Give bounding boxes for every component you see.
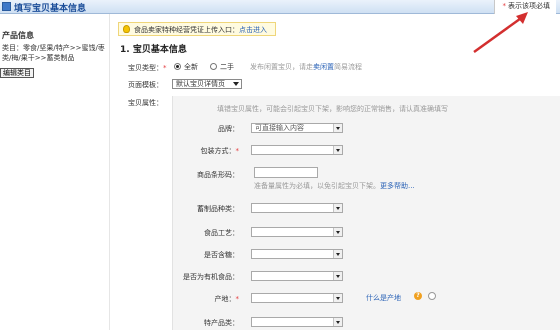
- page-root: 填写宝贝基本信息 * 表示该项必填 产品信息 类目：零食/坚果/特产>>蜜饯/枣类…: [0, 0, 560, 330]
- notice-label: 食品卖家特种经营凭证上传入口：: [134, 26, 239, 34]
- organic-select[interactable]: [251, 271, 343, 281]
- brand-label: 品牌：: [218, 125, 239, 133]
- preserved-type-label: 蓄制品种类：: [197, 205, 239, 213]
- organic-label: 是否为有机食品：: [183, 273, 239, 281]
- preserved-type-select[interactable]: [251, 203, 343, 213]
- item-type-hint-prefix: 发布闲置宝贝，请走: [250, 63, 313, 71]
- product-info-title: 产品信息: [2, 31, 34, 40]
- chevron-down-icon[interactable]: [333, 146, 342, 154]
- item-type-hint: 发布闲置宝贝，请走卖闲置简易流程: [250, 62, 362, 72]
- chevron-down-icon[interactable]: [333, 294, 342, 302]
- packaging-select[interactable]: [251, 145, 343, 155]
- chevron-down-icon[interactable]: [333, 124, 342, 132]
- chevron-down-icon[interactable]: [333, 228, 342, 236]
- left-panel: 产品信息 类目：零食/坚果/特产>>蜜饯/枣类/梅/果干>>蓄类制品 编辑类目: [0, 14, 110, 330]
- packaging-label-text: 包装方式：: [200, 147, 236, 155]
- packaging-label: 包装方式：*: [159, 146, 240, 156]
- barcode-input[interactable]: [254, 167, 318, 178]
- form-icon: [2, 2, 11, 11]
- lightbulb-icon: [123, 25, 130, 33]
- origin-select[interactable]: [251, 293, 343, 303]
- chevron-down-icon[interactable]: [333, 318, 342, 326]
- page-template-value: 默认宝贝详情页: [176, 80, 225, 88]
- chevron-down-icon[interactable]: [333, 272, 342, 280]
- specialty-label: 特产品类：: [204, 319, 239, 327]
- question-icon[interactable]: ?: [414, 292, 422, 300]
- required-star-icon: *: [235, 147, 240, 155]
- item-type-new-radio[interactable]: [174, 63, 181, 70]
- section-title: 1. 宝贝基本信息: [120, 45, 187, 55]
- chevron-down-icon[interactable]: [333, 204, 342, 212]
- required-star-icon: *: [235, 295, 240, 303]
- required-star-icon: *: [163, 64, 167, 72]
- barcode-label: 商品条形码：: [197, 171, 239, 179]
- item-type-used-radio[interactable]: [210, 63, 217, 70]
- chevron-down-icon[interactable]: [333, 250, 342, 258]
- edit-category-button[interactable]: 编辑类目: [0, 68, 34, 78]
- process-select[interactable]: [251, 227, 343, 237]
- process-label: 食品工艺：: [204, 229, 239, 237]
- brand-placeholder: 可直接输入内容: [255, 124, 304, 132]
- page-template-label: 页面模板：: [128, 81, 163, 89]
- notice-bar: 食品卖家特种经营凭证上传入口：点击进入: [118, 22, 276, 36]
- attributes-label: 宝贝属性：: [128, 99, 163, 107]
- more-help-link[interactable]: 更多帮助...: [380, 182, 415, 190]
- origin-label-text: 产地：: [214, 295, 236, 303]
- barcode-hint-text: 准备量属性为必填，以免引起宝贝下架。: [254, 182, 380, 190]
- window-title: 填写宝贝基本信息: [14, 4, 87, 14]
- category-path: 类目：零食/坚果/特产>>蜜饯/枣类/梅/果干>>蓄类制品: [2, 44, 105, 62]
- sugar-select[interactable]: [251, 249, 343, 259]
- item-type-used-label: 二手: [220, 63, 234, 71]
- what-is-origin-link[interactable]: 什么是产地: [366, 293, 401, 303]
- notice-link[interactable]: 点击进入: [239, 26, 267, 34]
- item-type-hint-suffix: 简易流程: [334, 63, 362, 71]
- refresh-icon[interactable]: [428, 292, 436, 300]
- page-template-select[interactable]: 默认宝贝详情页: [172, 79, 242, 89]
- notice-text: 食品卖家特种经营凭证上传入口：点击进入: [134, 25, 267, 35]
- sugar-label: 是否含糖：: [204, 251, 239, 259]
- item-type-new-label: 全新: [184, 63, 198, 71]
- annotation-arrow-icon: [473, 12, 528, 54]
- item-type-label-text: 宝贝类型：: [128, 64, 163, 72]
- specialty-select[interactable]: [251, 317, 343, 327]
- brand-select[interactable]: 可直接输入内容: [251, 123, 343, 133]
- barcode-hint: 准备量属性为必填，以免引起宝贝下架。更多帮助...: [254, 181, 415, 191]
- sell-idle-link[interactable]: 卖闲置: [313, 63, 334, 71]
- attribute-tip: 填错宝贝属性，可能会引起宝贝下架，影响您的正常销售，请认真准确填写: [217, 105, 448, 113]
- origin-label: 产地：*: [159, 294, 240, 304]
- item-type-label: 宝贝类型：*: [128, 63, 167, 73]
- chevron-down-icon: [233, 82, 239, 86]
